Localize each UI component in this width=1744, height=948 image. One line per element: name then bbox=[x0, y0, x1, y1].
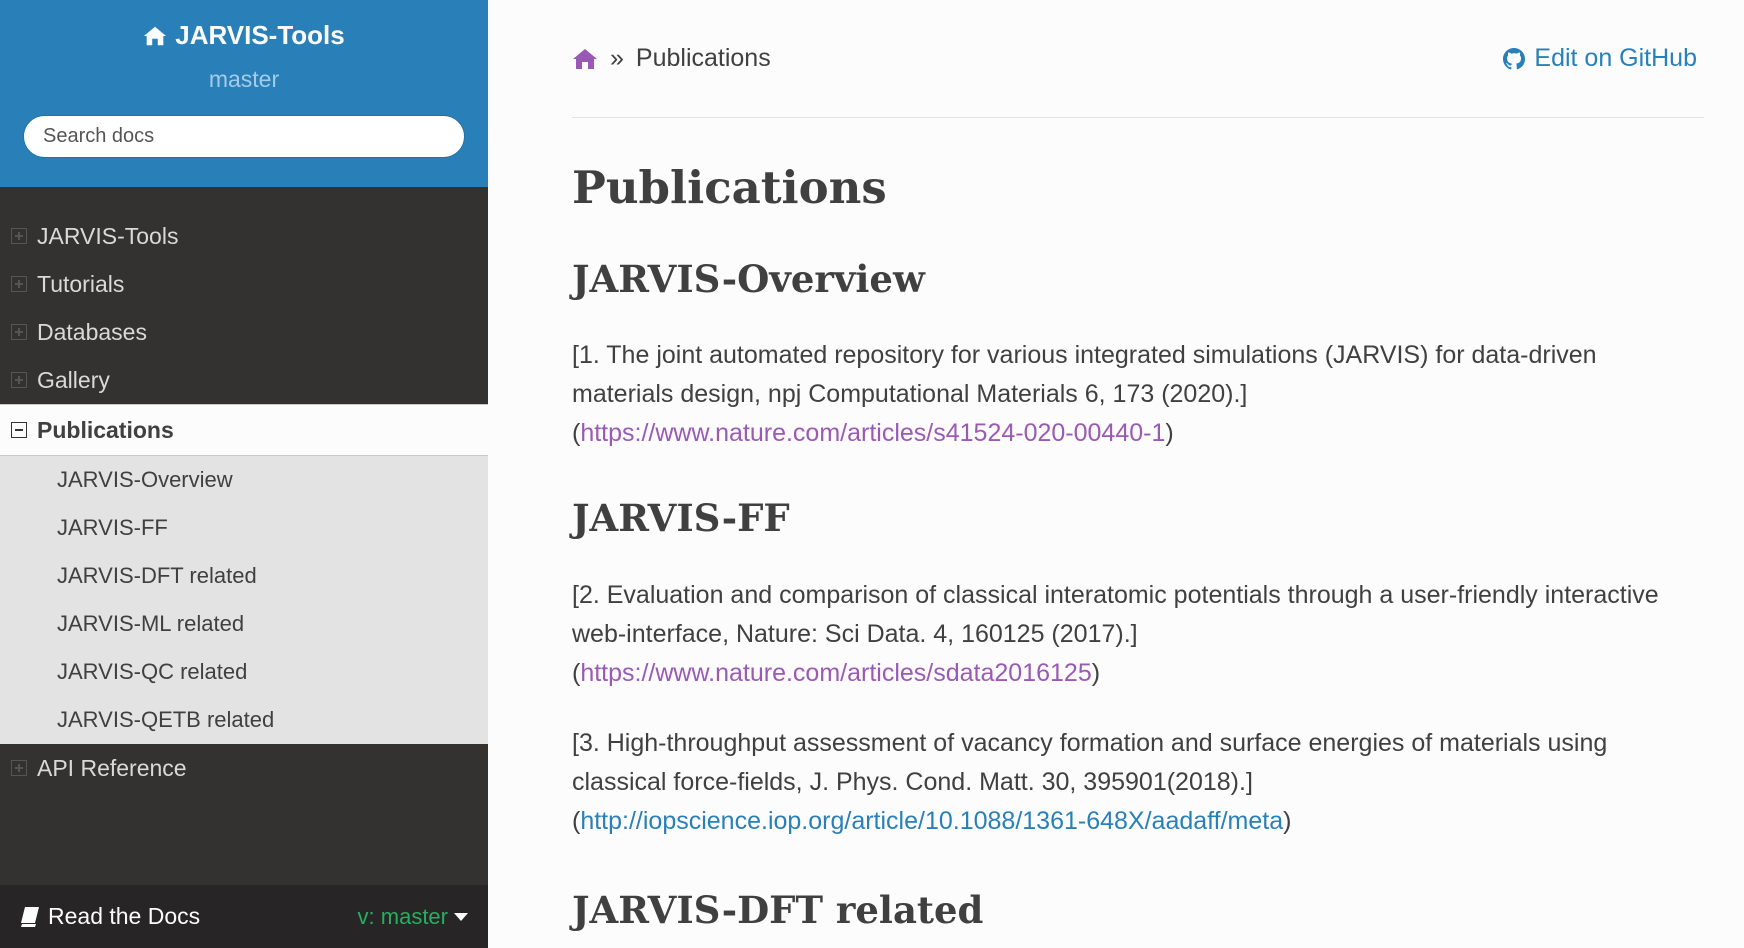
version-selector[interactable]: v: master bbox=[358, 904, 468, 930]
nav-subitem-jarvis-ml[interactable]: JARVIS-ML related bbox=[0, 600, 488, 648]
book-icon bbox=[21, 906, 39, 927]
nav-item-label: Publications bbox=[37, 416, 174, 443]
caret-down-icon bbox=[454, 912, 468, 921]
expand-icon[interactable] bbox=[11, 324, 27, 340]
github-icon bbox=[1503, 47, 1526, 69]
nav-item-api-reference[interactable]: API Reference bbox=[0, 744, 488, 792]
nav-item-label: Gallery bbox=[37, 366, 110, 393]
version-label: master bbox=[208, 65, 280, 92]
reference-text: [3. High-throughput assessment of vacanc… bbox=[572, 728, 1608, 796]
nav-subitem-jarvis-qetb[interactable]: JARVIS-QETB related bbox=[0, 696, 488, 744]
paren-close: ) bbox=[1165, 419, 1174, 448]
nav-item-publications[interactable]: Publications bbox=[0, 404, 488, 456]
main-content: » Publications Edit on GitHub Publicatio… bbox=[572, 0, 1704, 931]
reference-link[interactable]: https://www.nature.com/articles/sdata201… bbox=[580, 659, 1091, 687]
reference-1: [1. The joint automated repository for v… bbox=[572, 336, 1704, 453]
nav-menu: JARVIS-Tools Tutorials Databases Gallery… bbox=[0, 212, 488, 792]
nav-item-jarvis-tools[interactable]: JARVIS-Tools bbox=[0, 212, 488, 260]
page-title: Publications bbox=[572, 161, 887, 214]
collapse-icon[interactable] bbox=[11, 422, 27, 438]
reference-3: [3. High-throughput assessment of vacanc… bbox=[572, 724, 1704, 841]
expand-icon[interactable] bbox=[11, 760, 27, 776]
nav-subitem-jarvis-qc[interactable]: JARVIS-QC related bbox=[0, 648, 488, 696]
reference-text: [2. Evaluation and comparison of classic… bbox=[572, 580, 1659, 648]
breadcrumb: » Publications Edit on GitHub bbox=[572, 0, 1704, 118]
expand-icon[interactable] bbox=[11, 276, 27, 292]
nav-subitem-jarvis-ff[interactable]: JARVIS-FF bbox=[0, 504, 488, 552]
home-icon[interactable] bbox=[572, 48, 598, 70]
section-heading-jarvis-ff: JARVIS-FF bbox=[572, 496, 790, 541]
edit-on-github-link[interactable]: Edit on GitHub bbox=[1502, 44, 1697, 73]
section-heading-jarvis-dft: JARVIS-DFT related bbox=[572, 887, 984, 932]
breadcrumb-separator: » bbox=[610, 44, 624, 72]
search-input[interactable] bbox=[23, 114, 465, 158]
rtd-version-bar[interactable]: Read the Docs v: master bbox=[0, 885, 488, 948]
search-form bbox=[23, 114, 465, 158]
nav-item-databases[interactable]: Databases bbox=[0, 308, 488, 356]
nav-item-label: Tutorials bbox=[37, 270, 125, 297]
rtd-label: Read the Docs bbox=[48, 903, 201, 929]
rtd-label-group: Read the Docs bbox=[20, 903, 200, 930]
breadcrumb-current: Publications bbox=[635, 44, 771, 72]
section-heading-jarvis-overview: JARVIS-Overview bbox=[572, 256, 925, 301]
reference-link[interactable]: http://iopscience.iop.org/article/10.108… bbox=[580, 807, 1283, 835]
edit-on-github-label: Edit on GitHub bbox=[1534, 44, 1697, 72]
sidebar-header: JARVIS-Tools master bbox=[0, 0, 488, 187]
brand-link[interactable]: JARVIS-Tools bbox=[143, 20, 345, 51]
home-icon bbox=[144, 26, 167, 45]
nav-item-tutorials[interactable]: Tutorials bbox=[0, 260, 488, 308]
paren-close: ) bbox=[1091, 658, 1101, 687]
breadcrumb-trail: » Publications bbox=[572, 44, 771, 73]
nav-subitem-jarvis-overview[interactable]: JARVIS-Overview bbox=[0, 456, 488, 504]
paren-close: ) bbox=[1283, 806, 1292, 835]
expand-icon[interactable] bbox=[11, 372, 27, 388]
reference-2: [2. Evaluation and comparison of classic… bbox=[572, 576, 1704, 693]
expand-icon[interactable] bbox=[11, 228, 27, 244]
version-selector-label: v: master bbox=[357, 903, 448, 929]
nav-submenu: JARVIS-Overview JARVIS-FF JARVIS-DFT rel… bbox=[0, 456, 488, 744]
nav-item-label: Databases bbox=[37, 318, 147, 345]
reference-link[interactable]: https://www.nature.com/articles/s41524-0… bbox=[580, 419, 1165, 447]
nav-subitem-jarvis-dft[interactable]: JARVIS-DFT related bbox=[0, 552, 488, 600]
reference-text: [1. The joint automated repository for v… bbox=[572, 341, 1597, 409]
nav-item-label: JARVIS-Tools bbox=[37, 222, 179, 249]
nav-item-gallery[interactable]: Gallery bbox=[0, 356, 488, 404]
brand-name: JARVIS-Tools bbox=[175, 20, 345, 50]
nav-item-label: API Reference bbox=[37, 754, 187, 781]
sidebar: JARVIS-Tools master JARVIS-Tools Tutoria… bbox=[0, 0, 488, 948]
